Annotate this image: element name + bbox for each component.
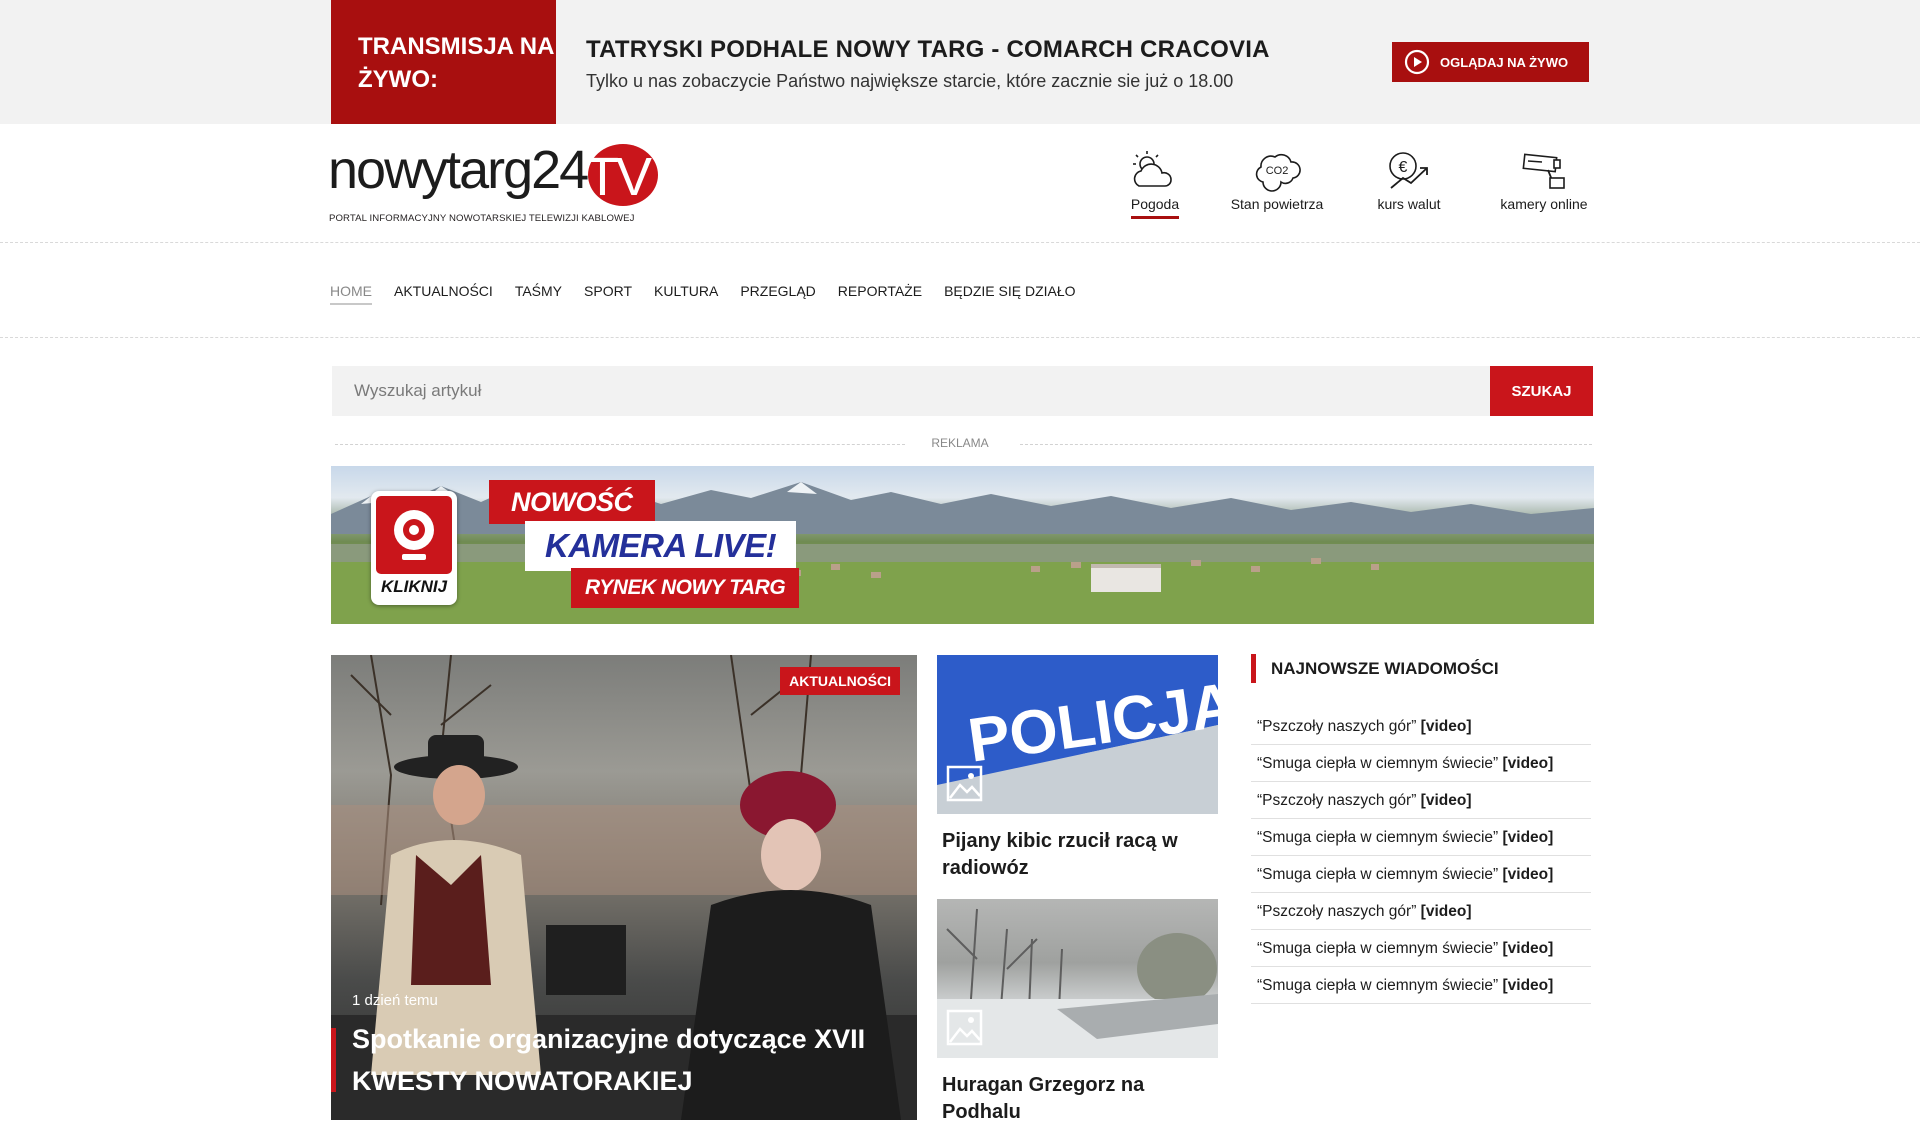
image-icon	[946, 1009, 983, 1046]
nav-bedzie-sie-dzialo[interactable]: BĘDZIE SIĘ DZIAŁO	[944, 283, 1075, 305]
list-item[interactable]: “Smuga ciepła w ciemnym świecie” [video]	[1251, 930, 1591, 967]
main-nav: HOME AKTUALNOŚCI TAŚMY SPORT KULTURA PRZ…	[330, 283, 1098, 305]
ad-new-label: NOWOŚĆ	[489, 480, 655, 524]
camera-badge: KLIKNIJ	[371, 491, 457, 605]
euro-chart-icon: €	[1389, 152, 1428, 189]
list-item[interactable]: “Pszczoły naszych gór” [video]	[1251, 782, 1591, 819]
nav-reportaze[interactable]: REPORTAŻE	[838, 283, 922, 305]
article-time: 1 dzień temu	[352, 992, 438, 1009]
tool-currency[interactable]: € kurs walut	[1368, 150, 1450, 216]
play-icon	[1404, 49, 1430, 75]
ad-divider-right	[1020, 444, 1592, 445]
featured-article[interactable]: AKTUALNOŚCI 1 dzień temu Spotkanie organ…	[331, 655, 917, 1120]
list-item[interactable]: “Smuga ciepła w ciemnym świecie” [video]	[1251, 856, 1591, 893]
nav-sport[interactable]: SPORT	[584, 283, 632, 305]
town-illustration	[331, 544, 1594, 624]
nav-home[interactable]: HOME	[330, 283, 372, 305]
live-broadcast-bar: TRANSMISJA NA ŻYWO: TATRYSKI PODHALE NOW…	[0, 0, 1920, 124]
site-logo[interactable]: nowytarg24 .TV PORTAL INFORMACYJNY NOWOT…	[328, 140, 663, 230]
article-thumbnail-storm[interactable]	[937, 899, 1218, 1058]
tool-label: kurs walut	[1377, 196, 1441, 212]
nav-divider	[0, 337, 1920, 338]
tool-label: Pogoda	[1130, 196, 1180, 219]
search-button[interactable]: SZUKAJ	[1490, 366, 1593, 416]
webcam-icon	[394, 510, 434, 560]
latest-news-heading: NAJNOWSZE WIADOMOŚCI	[1251, 654, 1499, 683]
latest-news-list: “Pszczoły naszych gór” [video] “Smuga ci…	[1251, 708, 1591, 1004]
ad-place-label: RYNEK NOWY TARG	[571, 568, 800, 608]
ad-camera-label: KAMERA LIVE!	[525, 521, 797, 571]
ad-click-label: KLIKNIJ	[380, 577, 448, 596]
tool-webcams[interactable]: kamery online	[1494, 150, 1594, 216]
nav-tasmy[interactable]: TAŚMY	[515, 283, 562, 305]
ad-label: REKLAMA	[931, 436, 989, 450]
svg-text:CO2: CO2	[1266, 165, 1289, 177]
live-label: TRANSMISJA NA ŻYWO:	[331, 0, 556, 124]
co2-cloud-icon: CO2	[1255, 153, 1301, 192]
live-description: Tylko u nas zobaczycie Państwo największ…	[586, 71, 1234, 91]
list-item[interactable]: “Smuga ciepła w ciemnym świecie” [video]	[1251, 819, 1591, 856]
tool-weather[interactable]: Pogoda	[1124, 150, 1186, 219]
nav-przeglad[interactable]: PRZEGLĄD	[740, 283, 815, 305]
side-article-title[interactable]: Pijany kibic rzucił racą w radiowóz	[942, 828, 1202, 882]
featured-title: Spotkanie organizacyjne dotyczące XVII K…	[352, 1024, 866, 1096]
tool-label: Stan powietrza	[1230, 196, 1324, 212]
header-divider	[0, 242, 1920, 243]
weather-icon	[1133, 151, 1172, 187]
tool-air-quality[interactable]: CO2 Stan powietrza	[1222, 150, 1332, 216]
search-input[interactable]	[332, 366, 1490, 416]
watch-live-label: OGLĄDAJ NA ŻYWO	[1440, 54, 1569, 70]
ad-banner-camera-live[interactable]: KLIKNIJ NOWOŚĆ KAMERA LIVE! RYNEK NOWY T…	[331, 466, 1594, 624]
article-thumbnail-police[interactable]: POLICJA	[937, 655, 1218, 814]
category-badge[interactable]: AKTUALNOŚCI	[780, 667, 900, 695]
title-accent-bar	[331, 1028, 336, 1092]
logo-wordmark: nowytarg24	[328, 140, 589, 200]
image-icon	[946, 765, 983, 802]
live-title[interactable]: TATRYSKI PODHALE NOWY TARG - COMARCH CRA…	[586, 36, 1270, 64]
list-item[interactable]: “Pszczoły naszych gór” [video]	[1251, 893, 1591, 930]
svg-text:€: €	[1399, 159, 1408, 176]
logo-tv-badge: .TV	[574, 144, 658, 206]
logo-tagline: PORTAL INFORMACYJNY NOWOTARSKIEJ TELEWIZ…	[329, 213, 635, 224]
side-article-title[interactable]: Huragan Grzegorz na Podhalu	[942, 1072, 1202, 1126]
list-item[interactable]: “Smuga ciepła w ciemnym świecie” [video]	[1251, 967, 1591, 1004]
list-item[interactable]: “Pszczoły naszych gór” [video]	[1251, 708, 1591, 745]
nav-kultura[interactable]: KULTURA	[654, 283, 718, 305]
tool-label: kamery online	[1500, 196, 1588, 212]
nav-aktualnosci[interactable]: AKTUALNOŚCI	[394, 283, 493, 305]
cctv-camera-icon	[1522, 153, 1565, 189]
watch-live-button[interactable]: OGLĄDAJ NA ŻYWO	[1392, 42, 1589, 82]
list-item[interactable]: “Smuga ciepła w ciemnym świecie” [video]	[1251, 745, 1591, 782]
